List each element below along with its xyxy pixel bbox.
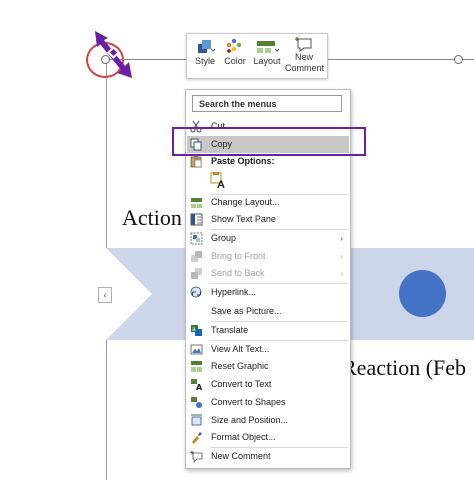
svg-text:a: a xyxy=(192,326,196,333)
menu-item-bring-to-front: Bring to Front › xyxy=(187,248,349,265)
menu-item-size-and-position[interactable]: Size and Position... xyxy=(187,412,349,429)
svg-text:A: A xyxy=(196,383,203,391)
menu-item-group[interactable]: Group › xyxy=(187,230,349,247)
send-back-icon xyxy=(191,268,202,279)
translate-icon: a xyxy=(191,325,202,336)
style-icon xyxy=(198,40,215,53)
new-comment-icon xyxy=(295,37,312,52)
annotation-move-arrow-icon xyxy=(95,31,132,78)
mini-toolbar: Style Color Layout New Comment xyxy=(186,33,328,79)
chevron-notch xyxy=(106,248,152,340)
resize-handle-top-right[interactable] xyxy=(454,55,463,64)
convert-text-icon: A xyxy=(191,379,203,391)
bring-front-icon xyxy=(191,251,202,262)
group-icon xyxy=(190,232,203,245)
menu-item-convert-to-text[interactable]: A Convert to Text xyxy=(187,376,349,393)
menu-item-new-comment[interactable]: New Comment xyxy=(187,448,349,465)
alt-text-icon xyxy=(190,344,203,355)
text-pane-icon xyxy=(190,213,203,226)
paste-icon xyxy=(190,156,202,168)
change-layout-icon xyxy=(191,198,202,208)
color-button[interactable]: Color xyxy=(221,36,249,67)
smartart-circle-shape[interactable] xyxy=(399,270,446,317)
menu-item-send-to-back: Send to Back › xyxy=(187,265,349,282)
layout-icon xyxy=(257,41,279,53)
new-comment-icon xyxy=(190,450,203,463)
menu-item-translate[interactable]: a Translate xyxy=(187,322,349,339)
layout-button[interactable]: Layout xyxy=(251,36,283,67)
menu-item-view-alt-text[interactable]: View Alt Text... xyxy=(187,341,349,358)
menu-item-hyperlink[interactable]: Hyperlink... xyxy=(187,284,349,301)
format-object-icon xyxy=(192,432,202,444)
style-button[interactable]: Style xyxy=(191,36,219,67)
paste-keep-text-only-button[interactable]: A xyxy=(210,172,226,192)
menu-item-format-object[interactable]: Format Object... xyxy=(187,429,349,446)
text-pane-toggle-button[interactable]: ‹ xyxy=(98,287,112,303)
link-icon xyxy=(190,286,202,298)
new-comment-toolbar-button[interactable]: New Comment xyxy=(285,36,324,74)
menu-item-save-as-picture[interactable]: Save as Picture... xyxy=(187,303,349,320)
annotation-purple-highlight-box xyxy=(172,127,366,156)
menu-item-reset-graphic[interactable]: Reset Graphic xyxy=(187,358,349,375)
size-position-icon xyxy=(191,414,202,426)
search-menus-input[interactable]: Search the menus xyxy=(192,95,342,112)
reset-graphic-icon xyxy=(191,361,202,372)
color-icon xyxy=(226,38,242,53)
slide-text-reaction[interactable]: Reaction (Feb xyxy=(342,355,466,381)
convert-shapes-icon xyxy=(191,397,202,408)
menu-item-show-text-pane[interactable]: Show Text Pane xyxy=(187,211,349,228)
slide-text-action[interactable]: Action xyxy=(122,205,182,231)
menu-item-change-layout[interactable]: Change Layout... xyxy=(187,194,349,211)
menu-item-convert-to-shapes[interactable]: Convert to Shapes xyxy=(187,394,349,411)
